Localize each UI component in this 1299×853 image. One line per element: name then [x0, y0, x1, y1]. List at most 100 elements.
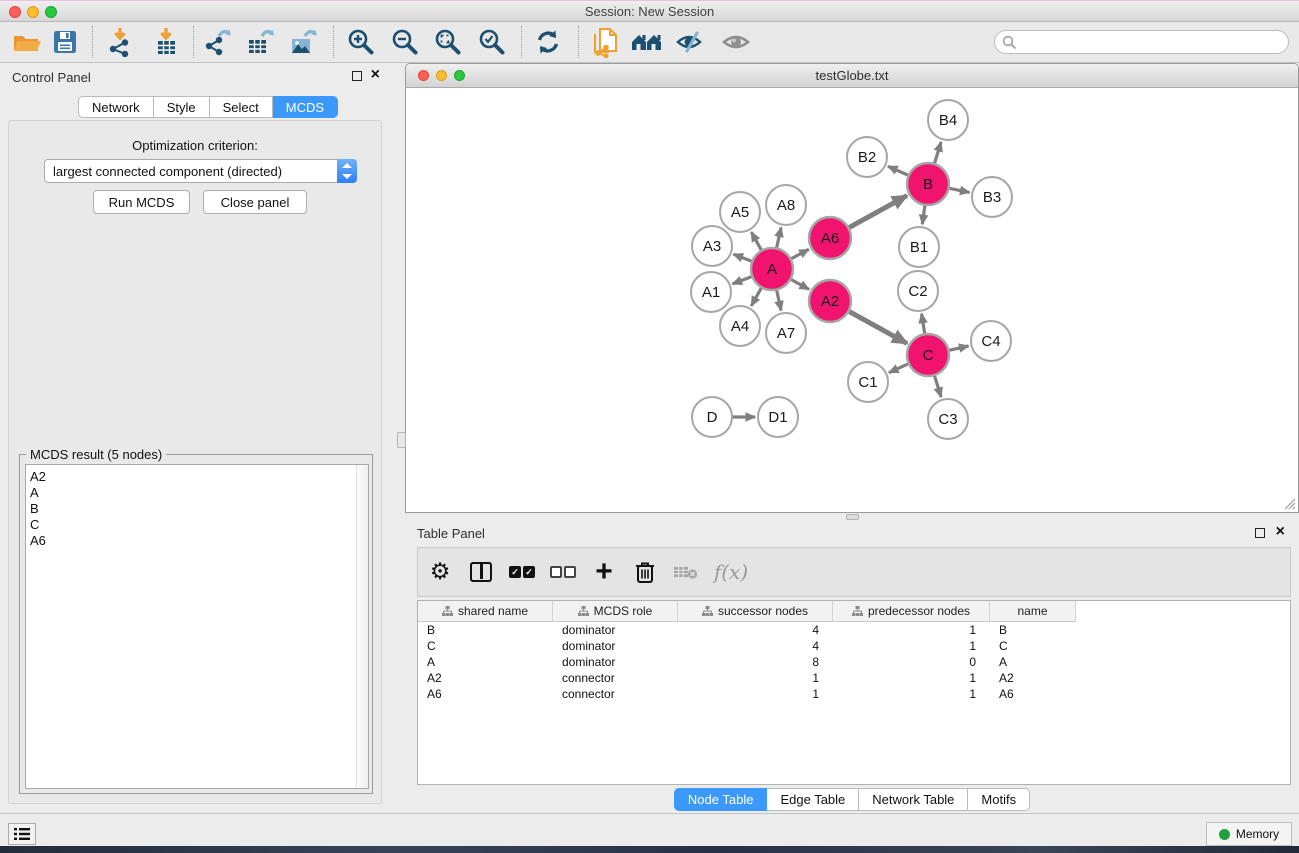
close-panel-icon[interactable]: × [1276, 527, 1285, 537]
task-history-button[interactable] [8, 823, 36, 845]
node-D[interactable]: D [692, 397, 732, 437]
node-C[interactable]: C [907, 334, 949, 376]
zoom-out-button[interactable] [386, 25, 424, 59]
result-list-item[interactable]: C [30, 517, 368, 533]
function-builder-button[interactable]: f(x) [708, 554, 754, 590]
edge-B-B4[interactable] [934, 142, 941, 164]
node-A8[interactable]: A8 [766, 185, 806, 225]
tab-network-table[interactable]: Network Table [859, 788, 968, 811]
node-B[interactable]: B [907, 163, 949, 205]
node-B2[interactable]: B2 [847, 137, 887, 177]
zoom-selected-button[interactable] [473, 25, 511, 59]
result-list-item[interactable]: B [30, 501, 368, 517]
refresh-view-button[interactable] [529, 25, 567, 59]
zoom-fit-button[interactable] [429, 25, 467, 59]
edge-B-B2[interactable] [888, 166, 909, 175]
node-C3[interactable]: C3 [928, 399, 968, 439]
table-row[interactable]: Adominator80A [418, 654, 1290, 670]
edge-C-C3[interactable] [934, 375, 941, 397]
node-B3[interactable]: B3 [972, 177, 1012, 217]
edge-A-A5[interactable] [751, 232, 761, 251]
export-network-button[interactable] [199, 25, 237, 59]
node-B1[interactable]: B1 [899, 227, 939, 267]
node-A5[interactable]: A5 [720, 192, 760, 232]
memory-button[interactable]: Memory [1206, 822, 1292, 846]
edge-A-A7[interactable] [777, 290, 782, 311]
node-C2[interactable]: C2 [898, 271, 938, 311]
close-panel-icon[interactable]: × [371, 70, 380, 80]
node-A2[interactable]: A2 [809, 280, 851, 322]
node-A1[interactable]: A1 [691, 272, 731, 312]
nested-networks-button[interactable] [628, 25, 666, 59]
column-header-MCDS-role[interactable]: MCDS role [553, 601, 678, 622]
edge-C-C1[interactable] [889, 364, 909, 373]
edge-A-A8[interactable] [777, 228, 782, 249]
show-graphics-details-button[interactable] [717, 25, 755, 59]
edge-B-B1[interactable] [922, 205, 925, 224]
node-table[interactable]: shared nameMCDS rolesuccessor nodesprede… [417, 600, 1291, 785]
tab-node-table[interactable]: Node Table [674, 788, 768, 811]
node-A7[interactable]: A7 [766, 313, 806, 353]
search-input[interactable] [1017, 33, 1288, 51]
resize-grip-icon[interactable] [1283, 497, 1296, 510]
run-mcds-button[interactable]: Run MCDS [93, 190, 190, 214]
tab-network[interactable]: Network [78, 96, 154, 118]
tab-motifs[interactable]: Motifs [968, 788, 1030, 811]
edge-A-A2[interactable] [790, 279, 809, 289]
table-row[interactable]: A6connector11A6 [418, 686, 1290, 702]
export-image-button[interactable] [285, 25, 323, 59]
add-column-button[interactable]: + [585, 554, 623, 590]
delete-table-button[interactable] [667, 554, 705, 590]
edge-B-B3[interactable] [949, 188, 970, 192]
export-table-button[interactable] [242, 25, 280, 59]
save-session-button[interactable] [46, 25, 84, 59]
edge-C-C4[interactable] [949, 346, 969, 350]
mcds-result-list[interactable]: A2ABCA6 [25, 464, 369, 789]
table-row[interactable]: Bdominator41B [418, 622, 1290, 638]
node-C4[interactable]: C4 [971, 321, 1011, 361]
edge-A6-B[interactable] [848, 196, 907, 228]
tab-style[interactable]: Style [154, 96, 210, 118]
column-header-predecessor-nodes[interactable]: predecessor nodes [833, 601, 990, 622]
node-A3[interactable]: A3 [692, 226, 732, 266]
select-all-columns-button[interactable]: ✓ ✓ [503, 554, 541, 590]
edge-A2-C[interactable] [848, 311, 907, 343]
node-B4[interactable]: B4 [928, 100, 968, 140]
splitter-handle[interactable] [397, 432, 406, 448]
column-header-successor-nodes[interactable]: successor nodes [678, 601, 833, 622]
table-row[interactable]: Cdominator41C [418, 638, 1290, 654]
edge-A-A3[interactable] [734, 254, 753, 261]
node-A6[interactable]: A6 [809, 217, 851, 259]
search-field[interactable] [994, 30, 1289, 54]
delete-columns-button[interactable] [626, 554, 664, 590]
tab-edge-table[interactable]: Edge Table [767, 788, 859, 811]
tab-select[interactable]: Select [210, 96, 273, 118]
edge-A-A6[interactable] [791, 249, 809, 259]
edge-C-C2[interactable] [922, 314, 925, 335]
edge-A-A4[interactable] [751, 287, 761, 306]
node-A[interactable]: A [751, 248, 793, 290]
close-panel-button[interactable]: Close panel [203, 190, 307, 214]
result-scrollbar[interactable] [356, 465, 368, 788]
criterion-dropdown[interactable]: largest connected component (directed) [44, 159, 357, 183]
result-list-item[interactable]: A [30, 485, 368, 501]
table-row[interactable]: A2connector11A2 [418, 670, 1290, 686]
node-C1[interactable]: C1 [848, 362, 888, 402]
column-header-shared-name[interactable]: shared name [418, 601, 553, 622]
float-panel-icon[interactable] [352, 71, 362, 81]
import-table-button[interactable] [147, 25, 185, 59]
result-list-item[interactable]: A2 [30, 469, 368, 485]
network-window-titlebar[interactable]: testGlobe.txt [406, 64, 1298, 88]
import-network-button[interactable] [101, 25, 139, 59]
open-session-button[interactable] [8, 25, 46, 59]
network-canvas[interactable]: B4 B2 B B3 A8A5 A6 A3 B1 A A1 C2 A2 A4A7 C4 C C1 D D1 C3 [406, 88, 1298, 512]
result-list-item[interactable]: A6 [30, 533, 368, 549]
float-panel-icon[interactable] [1255, 528, 1265, 538]
split-table-button[interactable] [462, 554, 500, 590]
network-file-button[interactable] [587, 25, 625, 59]
hide-graphics-details-button[interactable] [672, 25, 710, 59]
edge-A-A1[interactable] [733, 276, 753, 284]
node-A4[interactable]: A4 [720, 306, 760, 346]
column-settings-button[interactable]: ⚙ [421, 554, 459, 590]
node-D1[interactable]: D1 [758, 397, 798, 437]
